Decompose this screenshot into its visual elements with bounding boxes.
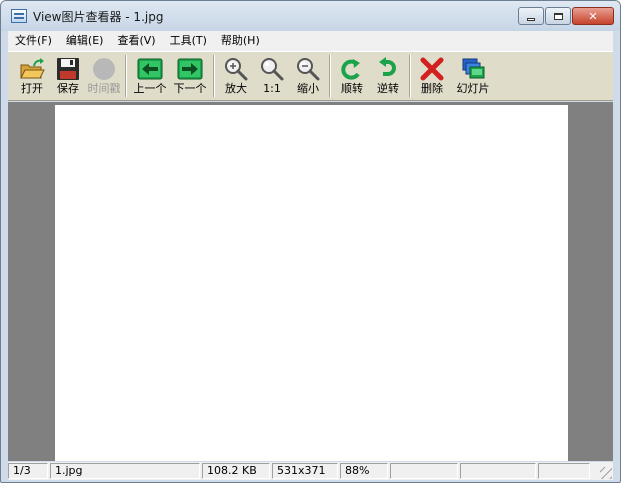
minimize-icon [527, 17, 535, 21]
toolbar: 打开 保存 时间戳 上一个 下一个 放大 1:1 缩小 顺转 逆转 删除 幻灯片 [8, 51, 613, 101]
image-viewer[interactable] [8, 102, 613, 461]
zoom-out-icon [295, 57, 321, 81]
toolbar-separator [409, 55, 411, 97]
status-index: 1/3 [8, 463, 48, 479]
slideshow-button[interactable]: 幻灯片 [450, 52, 496, 100]
zoom-in-icon [223, 57, 249, 81]
minimize-button[interactable] [518, 7, 544, 25]
status-bar: 1/3 1.jpg 108.2 KB 531x371 88% [8, 462, 613, 480]
menu-help[interactable]: 帮助(H) [214, 31, 267, 51]
arrow-right-icon [177, 57, 203, 81]
timer-button[interactable]: 时间戳 [86, 52, 122, 100]
close-icon: ✕ [588, 9, 598, 23]
actual-size-button[interactable]: 1:1 [254, 52, 290, 100]
app-icon [11, 9, 27, 23]
zoom-out-button[interactable]: 缩小 [290, 52, 326, 100]
delete-button[interactable]: 删除 [414, 52, 450, 100]
status-filesize: 108.2 KB [202, 463, 270, 479]
close-button[interactable]: ✕ [572, 7, 614, 25]
slideshow-label: 幻灯片 [456, 82, 490, 95]
previous-button[interactable]: 上一个 [130, 52, 170, 100]
rotate-clockwise-icon [339, 57, 365, 81]
arrow-left-icon [137, 57, 163, 81]
toolbar-separator [125, 55, 127, 97]
rotate-clockwise-label: 顺转 [341, 82, 363, 95]
rotate-counterclockwise-icon [375, 57, 401, 81]
window-controls: ✕ [517, 7, 614, 25]
zoom-out-label: 缩小 [297, 82, 319, 95]
window-title: View图片查看器 - 1.jpg [33, 9, 164, 24]
previous-label: 上一个 [133, 82, 167, 95]
app-window: View图片查看器 - 1.jpg ✕ 文件(F) 编辑(E) 查看(V) 工具… [0, 0, 621, 483]
status-zoom: 88% [340, 463, 388, 479]
status-filename: 1.jpg [50, 463, 200, 479]
menu-view[interactable]: 查看(V) [110, 31, 162, 51]
open-button[interactable]: 打开 [14, 52, 50, 100]
resize-grip[interactable] [600, 467, 612, 479]
save-label: 保存 [57, 82, 79, 95]
rotate-counterclockwise-button[interactable]: 逆转 [370, 52, 406, 100]
maximize-icon [553, 12, 563, 20]
next-button[interactable]: 下一个 [170, 52, 210, 100]
menu-file[interactable]: 文件(F) [8, 31, 59, 51]
floppy-disk-icon [55, 57, 81, 81]
toolbar-separator [213, 55, 215, 97]
timer-disabled-icon [91, 57, 117, 81]
next-label: 下一个 [173, 82, 207, 95]
rotate-clockwise-button[interactable]: 顺转 [334, 52, 370, 100]
save-button[interactable]: 保存 [50, 52, 86, 100]
menu-bar: 文件(F) 编辑(E) 查看(V) 工具(T) 帮助(H) [8, 31, 613, 51]
zoom-in-label: 放大 [225, 82, 247, 95]
timer-label: 时间戳 [87, 82, 121, 95]
actual-size-icon [259, 57, 285, 81]
status-dimensions: 531x371 [272, 463, 338, 479]
menu-edit[interactable]: 编辑(E) [59, 31, 111, 51]
image-canvas[interactable] [55, 105, 568, 461]
maximize-button[interactable] [545, 7, 571, 25]
status-panel-empty [460, 463, 536, 479]
menu-tools[interactable]: 工具(T) [163, 31, 214, 51]
actual-size-label: 1:1 [263, 82, 281, 95]
slideshow-icon [460, 57, 486, 81]
rotate-counterclockwise-label: 逆转 [377, 82, 399, 95]
zoom-in-button[interactable]: 放大 [218, 52, 254, 100]
open-folder-icon [19, 57, 45, 81]
delete-x-icon [419, 57, 445, 81]
delete-label: 删除 [421, 82, 443, 95]
status-panel-empty [390, 463, 458, 479]
status-panel-empty [538, 463, 590, 479]
title-bar[interactable]: View图片查看器 - 1.jpg ✕ [1, 1, 620, 31]
toolbar-separator [329, 55, 331, 97]
open-label: 打开 [21, 82, 43, 95]
